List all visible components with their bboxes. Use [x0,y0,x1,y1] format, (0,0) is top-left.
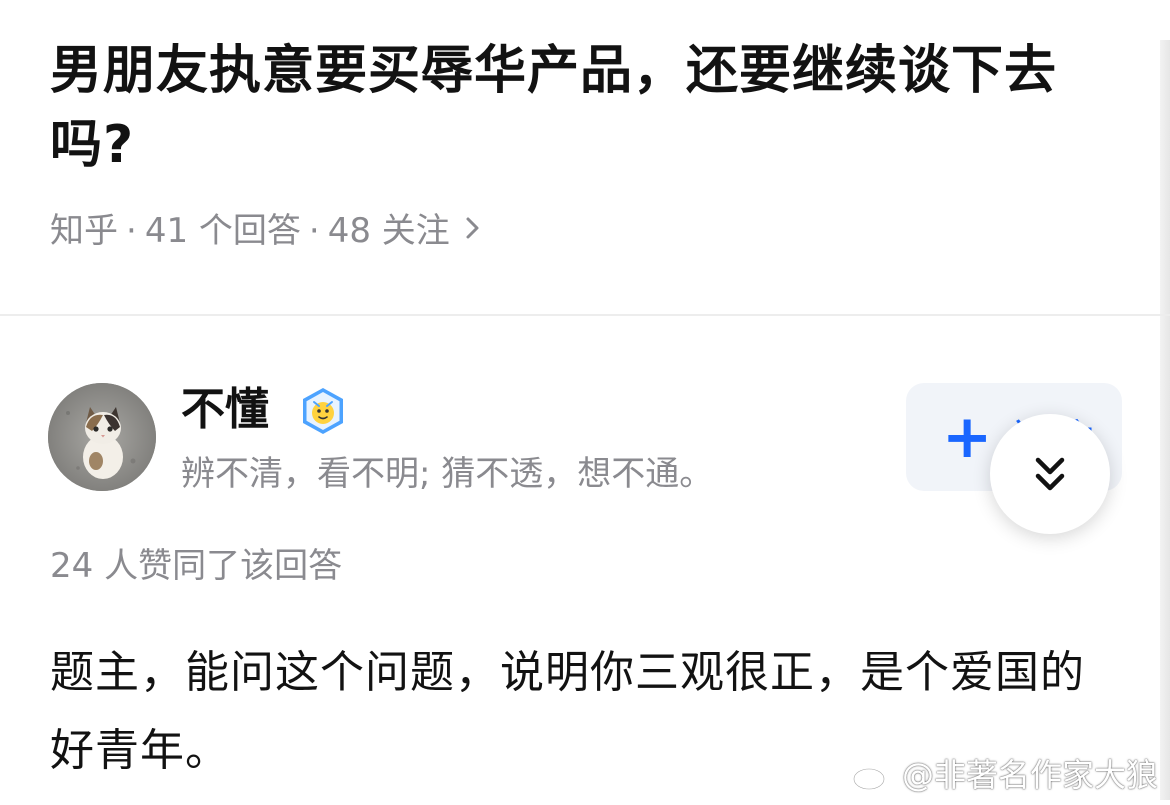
meta-separator: · [308,211,320,251]
question-meta[interactable]: 知乎 · 41 个回答 · 48 关注 [50,206,482,256]
plus-icon: + [942,402,993,472]
watermark: @非著名作家大狼 [852,753,1158,797]
scrollbar-track[interactable] [1160,40,1170,800]
follower-count: 48 关注 [327,211,450,251]
weibo-icon [852,762,891,791]
source-label: 知乎 [50,211,118,251]
author-name[interactable]: 不懂 [181,382,269,438]
double-chevron-down-icon [1035,457,1065,491]
expand-button[interactable] [990,414,1110,534]
author-avatar[interactable] [48,383,156,491]
author-bio: 辨不清，看不明; 猜不透，想不通。 [181,454,714,494]
section-divider [0,314,1170,316]
question-title[interactable]: 男朋友执意要买辱华产品，还要继续谈下去吗? [50,34,1110,182]
chevron-right-icon [464,206,482,256]
verified-badge-icon [298,386,348,436]
cat-avatar-icon [48,383,156,491]
meta-separator: · [126,211,137,251]
watermark-text: @非著名作家大狼 [901,756,1158,794]
vote-count: 24 人赞同了该回答 [50,546,343,586]
answer-count: 41 个回答 [144,211,301,251]
